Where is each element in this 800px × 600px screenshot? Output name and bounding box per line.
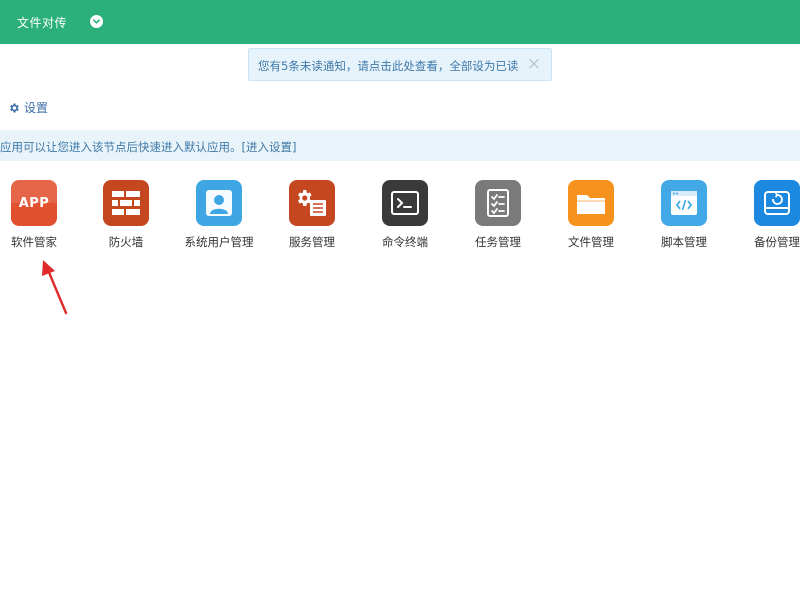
backup-disk-icon[interactable] [754, 180, 800, 226]
firewall-icon[interactable] [103, 180, 149, 226]
app-command-terminal[interactable]: 命令终端 [365, 180, 445, 250]
app-software-manager[interactable]: APP 软件管家 [0, 180, 74, 250]
notification-banner[interactable]: 您有5条未读通知，请点击此处查看，全部设为已读 × [248, 48, 552, 81]
app-label: 命令终端 [382, 235, 428, 249]
script-icon[interactable] [661, 180, 707, 226]
app-label: 文件管理 [568, 235, 614, 249]
top-bar: 文件对传 [0, 0, 800, 44]
red-arrow-icon [42, 260, 68, 315]
app-label: 任务管理 [475, 235, 521, 249]
app-backup-management[interactable]: 备份管理 [737, 180, 800, 250]
app-task-management[interactable]: 任务管理 [458, 180, 538, 250]
topbar-title[interactable]: 文件对传 [17, 14, 67, 31]
app-label: 软件管家 [11, 235, 57, 249]
gear-icon [10, 103, 19, 112]
app-service-management[interactable]: 服务管理 [272, 180, 352, 250]
app-file-management[interactable]: 文件管理 [551, 180, 631, 250]
notification-text[interactable]: 您有5条未读通知，请点击此处查看，全部设为已读 [258, 58, 518, 74]
app-label: 系统用户管理 [184, 235, 254, 249]
settings-link[interactable]: 设置 [8, 99, 48, 116]
app-label: 脚本管理 [661, 235, 707, 249]
app-system-user-management[interactable]: 系统用户管理 [179, 180, 259, 250]
info-text: 应用可以让您进入该节点后快速进入默认应用。[进入设置] [0, 140, 297, 154]
chevron-down-icon[interactable] [90, 15, 103, 28]
settings-label[interactable]: 设置 [24, 99, 48, 116]
user-icon[interactable] [196, 180, 242, 226]
close-icon[interactable]: × [527, 54, 541, 74]
folder-icon[interactable] [568, 180, 614, 226]
app-label: 防火墙 [108, 235, 144, 249]
checklist-icon[interactable] [475, 180, 521, 226]
app-script-management[interactable]: 脚本管理 [644, 180, 724, 250]
app-firewall[interactable]: 防火墙 [86, 180, 166, 250]
info-bar: 应用可以让您进入该节点后快速进入默认应用。[进入设置] [0, 130, 800, 161]
terminal-icon[interactable] [382, 180, 428, 226]
app-icon[interactable]: APP [11, 180, 57, 226]
service-gear-icon[interactable] [289, 180, 335, 226]
app-label: 备份管理 [754, 235, 800, 249]
app-label: 服务管理 [289, 235, 335, 249]
